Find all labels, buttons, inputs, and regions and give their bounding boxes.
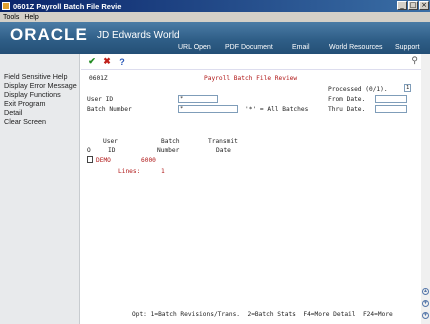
sidebar-item-error-message[interactable]: Display Error Message <box>0 81 79 90</box>
cancel-icon[interactable]: ✖ <box>102 56 112 67</box>
window-controls: _ □ × <box>397 1 429 10</box>
lines-value: 1 <box>161 168 165 175</box>
thru-date-field[interactable] <box>375 105 407 113</box>
nav-world-resources[interactable]: World Resources <box>329 44 383 51</box>
from-date-field[interactable] <box>375 95 407 103</box>
maximize-button[interactable]: □ <box>408 1 418 10</box>
sidebar-item-field-help[interactable]: Field Sensitive Help <box>0 72 79 81</box>
batch-number-field[interactable]: * <box>178 105 238 113</box>
title-bar: 0601Z Payroll Batch File Revie _ □ × <box>0 0 430 12</box>
form-area: ⚲ 0601Z Payroll Batch File Review Proces… <box>81 56 421 324</box>
row-user-id: DEMO <box>96 157 111 164</box>
screen-title: Payroll Batch File Review <box>204 75 298 82</box>
program-id: 0601Z <box>89 75 108 82</box>
nav-support[interactable]: Support <box>395 44 420 51</box>
lines-label: Lines: <box>118 168 141 175</box>
oracle-header: ORACLE JD Edwards World URL Open PDF Doc… <box>0 22 430 54</box>
oracle-logo: ORACLE <box>10 25 88 44</box>
thru-date-label: Thru Date. <box>328 106 366 113</box>
scroll-down-icon[interactable]: ▼ <box>422 300 429 307</box>
batch-number-label: Batch Number <box>87 106 132 113</box>
app-icon <box>2 2 10 10</box>
row-option-checkbox[interactable] <box>87 156 93 163</box>
help-icon[interactable]: ? <box>117 57 127 67</box>
form-toolbar: ✔ ✖ ? <box>81 54 430 70</box>
col-header-option: O <box>87 147 91 154</box>
col-header-number: Number <box>157 147 180 154</box>
search-icon[interactable]: ⚲ <box>411 56 418 66</box>
row-batch-number: 6000 <box>141 157 156 164</box>
function-panel: Field Sensitive Help Display Error Messa… <box>0 54 80 324</box>
nav-email[interactable]: Email <box>292 44 310 51</box>
function-key-legend: Opt: 1=Batch Revisions/Trans. 2=Batch St… <box>132 311 393 318</box>
user-id-label: User ID <box>87 96 114 103</box>
product-name: JD Edwards World <box>97 30 180 41</box>
from-date-label: From Date. <box>328 96 366 103</box>
processed-field[interactable]: 1 <box>404 84 411 92</box>
col-header-id: ID <box>108 147 116 154</box>
menu-tools[interactable]: Tools <box>3 14 19 21</box>
user-id-field[interactable]: * <box>178 95 218 103</box>
nav-url-open[interactable]: URL Open <box>178 44 211 51</box>
menu-bar: Tools Help <box>0 12 430 22</box>
scroll-bottom-icon[interactable]: ▼ <box>422 312 429 319</box>
menu-help[interactable]: Help <box>24 14 38 21</box>
sidebar-item-clear-screen[interactable]: Clear Screen <box>0 117 79 126</box>
col-header-date: Date <box>216 147 231 154</box>
processed-label: Processed (0/1). <box>328 86 388 93</box>
scroll-up-icon[interactable]: ▲ <box>422 288 429 295</box>
nav-pdf-document[interactable]: PDF Document <box>225 44 273 51</box>
minimize-button[interactable]: _ <box>397 1 407 10</box>
scroll-controls: ▲ ▼ ▼ <box>421 54 430 324</box>
col-header-transmit: Transmit <box>208 138 238 145</box>
col-header-batch: Batch <box>161 138 180 145</box>
all-batches-hint: '*' = All Batches <box>245 106 309 113</box>
sidebar-item-detail[interactable]: Detail <box>0 108 79 117</box>
close-button[interactable]: × <box>419 1 429 10</box>
col-header-user: User <box>103 138 118 145</box>
checkmark-icon[interactable]: ✔ <box>87 56 97 67</box>
sidebar-item-exit-program[interactable]: Exit Program <box>0 99 79 108</box>
window-title: 0601Z Payroll Batch File Revie <box>13 1 122 11</box>
sidebar-item-display-functions[interactable]: Display Functions <box>0 90 79 99</box>
